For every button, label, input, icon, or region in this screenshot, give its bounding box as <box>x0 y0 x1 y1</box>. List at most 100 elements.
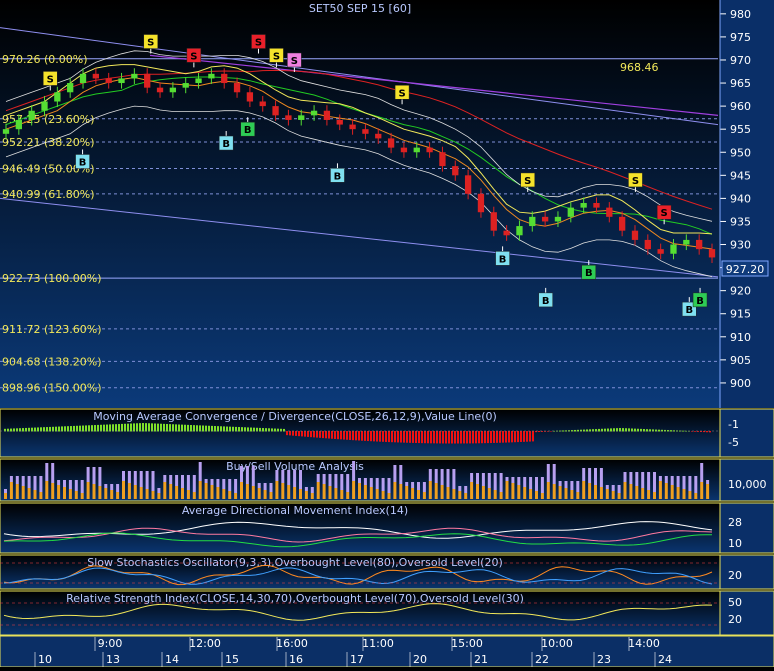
macd-bar <box>304 431 306 437</box>
volume-bar-sell <box>576 481 580 492</box>
macd-bar <box>505 431 507 443</box>
volume-bar-buy <box>51 483 55 499</box>
volume-bar-buy <box>517 485 521 499</box>
volume-bar-buy <box>381 491 385 499</box>
time-axis: 9:00 12:00 16:00 11:00 15:00 10:00 14:00 10 13 14… <box>0 635 774 668</box>
volume-bar-buy <box>86 482 90 499</box>
macd-bar <box>343 431 345 440</box>
volume-bar-buy <box>9 482 13 499</box>
candle-body <box>15 119 22 130</box>
candle-body <box>285 115 292 120</box>
volume-bar-sell <box>27 476 31 488</box>
day-tick-label: 16 <box>289 653 303 666</box>
volume-bar-buy <box>393 482 397 499</box>
candle-body <box>349 124 356 130</box>
volume-bar-buy <box>245 484 249 499</box>
macd-bar <box>445 431 447 444</box>
macd-bar <box>79 425 81 432</box>
indicator-title: Average Directional Movement Index(14) <box>182 504 408 517</box>
volume-bar-sell <box>346 474 350 492</box>
macd-bar <box>457 431 459 444</box>
volume-bar-sell <box>682 476 686 489</box>
volume-bar-buy <box>316 482 320 499</box>
price-tick-label: 960 <box>730 100 751 113</box>
macd-bar <box>460 431 462 444</box>
last-price-label: 927.20 <box>726 263 765 276</box>
volume-bar-buy <box>529 489 533 499</box>
day-tick-label: 23 <box>597 653 611 666</box>
volume-bar-buy <box>582 481 586 499</box>
volume-bar-buy <box>623 482 627 499</box>
macd-bar <box>22 428 24 432</box>
macd-bar <box>475 431 477 444</box>
candle-body <box>41 101 48 111</box>
volume-bar-sell <box>428 469 432 481</box>
volume-bar-sell <box>452 469 456 489</box>
macd-bar <box>340 431 342 440</box>
candle-body <box>195 78 202 84</box>
volume-bar-sell <box>617 485 621 493</box>
price-tick-label: 930 <box>730 239 751 252</box>
macd-bar <box>430 431 432 444</box>
macd-bar <box>472 431 474 444</box>
macd-bar <box>130 423 132 432</box>
volume-bar-sell <box>647 472 651 490</box>
macd-bar <box>298 431 300 437</box>
candle-body <box>67 83 74 93</box>
macd-bar <box>694 431 696 432</box>
macd-bar <box>328 431 330 439</box>
volume-bar-buy <box>493 490 497 499</box>
volume-bar-buy <box>411 488 415 499</box>
time-tick-label: 9:00 <box>98 637 123 650</box>
volume-bar-sell <box>4 489 7 493</box>
macd-bar <box>166 423 168 432</box>
volume-bar-buy <box>688 491 692 499</box>
candle-body <box>221 73 228 84</box>
candle-body <box>541 216 549 222</box>
macd-bar <box>154 423 156 432</box>
macd-bar <box>133 423 135 432</box>
volume-bar-sell <box>417 482 420 490</box>
macd-bar <box>355 431 357 441</box>
volume-bar-sell <box>80 480 84 493</box>
volume-bar-sell <box>369 478 373 487</box>
volume-bar-buy <box>387 493 391 499</box>
volume-bar-buy <box>676 487 680 499</box>
volume-bar-sell <box>582 468 586 481</box>
volume-bar-buy <box>399 484 403 499</box>
macd-bar <box>127 423 129 432</box>
day-tick-label: 24 <box>658 653 672 666</box>
volume-bar-buy <box>570 490 574 499</box>
volume-bar-sell <box>204 479 208 483</box>
volume-bar-sell <box>399 465 403 484</box>
macd-bar <box>85 425 87 432</box>
candle-body <box>272 106 279 116</box>
volume-bar-buy <box>181 488 184 499</box>
volume-bar-sell <box>641 472 645 488</box>
volume-bar-sell <box>570 481 574 490</box>
sell-signal-label: S <box>47 74 54 85</box>
indicator-tick-label: 28 <box>728 516 742 529</box>
volume-bar-buy <box>57 485 61 499</box>
macd-bar <box>301 431 303 437</box>
macd-bar <box>499 431 501 443</box>
volume-bar-buy <box>653 492 656 499</box>
volume-bar-buy <box>334 488 338 499</box>
candle-body <box>105 78 112 84</box>
macd-bar <box>358 431 360 441</box>
volume-bar-buy <box>310 493 314 499</box>
volume-bar-buy <box>122 481 125 499</box>
macd-bar <box>157 423 159 432</box>
volume-bar-sell <box>163 475 167 482</box>
macd-bar <box>610 428 612 432</box>
macd-bar <box>181 424 183 432</box>
macd-bar <box>562 430 564 432</box>
volume-bar-sell <box>275 470 279 481</box>
candle-body <box>503 230 510 236</box>
candle-body <box>182 83 189 88</box>
volume-bar-sell <box>470 473 474 482</box>
volume-bar-buy <box>446 487 450 499</box>
price-panel <box>0 0 720 408</box>
volume-bar-sell <box>310 487 314 493</box>
volume-bar-sell <box>263 483 267 490</box>
